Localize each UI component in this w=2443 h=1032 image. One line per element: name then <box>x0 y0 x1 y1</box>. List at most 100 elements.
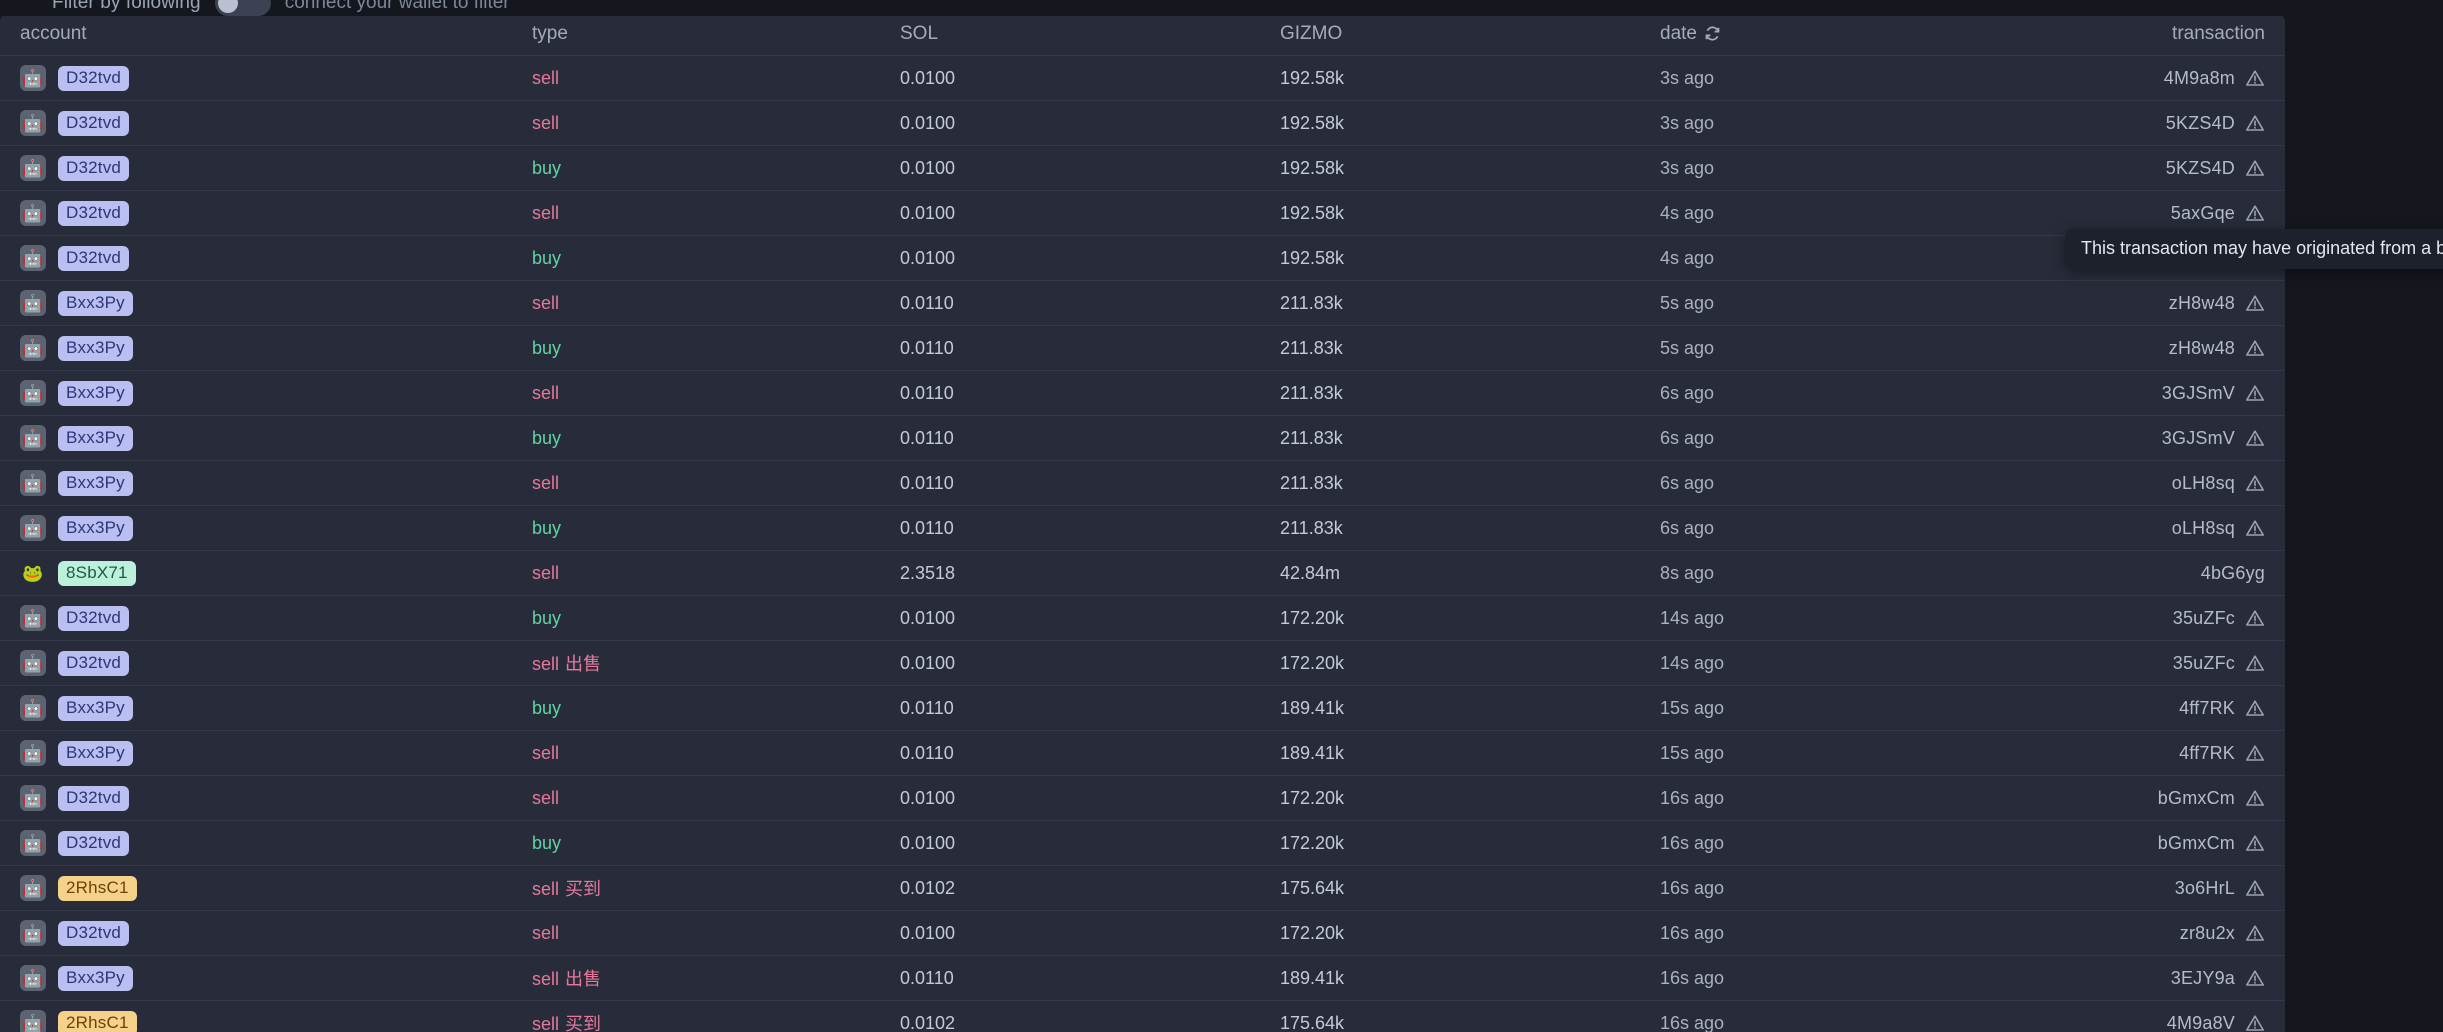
table-row[interactable]: 🤖 Bxx3Py sell 0.0110 211.83k 6s ago 3GJSmV <box>0 371 2285 416</box>
row-transaction-cell[interactable]: zH8w48 <box>2040 338 2285 359</box>
row-transaction-id[interactable]: bGmxCm <box>2158 788 2235 809</box>
column-header-sol[interactable]: SOL <box>900 23 1280 45</box>
table-row[interactable]: 🤖 Bxx3Py buy 0.0110 211.83k 6s ago oLH8sq <box>0 506 2285 551</box>
bot-warning-icon[interactable] <box>2245 473 2265 493</box>
row-transaction-id[interactable]: 5axGqe <box>2171 203 2235 224</box>
bot-warning-icon[interactable] <box>2245 968 2265 988</box>
row-transaction-cell[interactable]: oLH8sq <box>2040 473 2285 494</box>
table-row[interactable]: 🤖 Bxx3Py buy 0.0110 189.41k 15s ago 4ff7RK <box>0 686 2285 731</box>
row-account-badge[interactable]: D32tvd <box>58 245 130 271</box>
row-transaction-cell[interactable]: 4M9a8V <box>2040 1013 2285 1032</box>
bot-warning-icon[interactable] <box>2245 608 2265 628</box>
bot-warning-icon[interactable] <box>2245 788 2265 808</box>
row-transaction-cell[interactable]: 3GJSmV <box>2040 428 2285 449</box>
table-row[interactable]: 🤖 D32tvd buy 0.0100 172.20k 16s ago bGmxCm <box>0 821 2285 866</box>
row-account-cell[interactable]: 🤖 D32tvd <box>0 155 520 181</box>
refresh-icon[interactable] <box>1704 25 1721 42</box>
row-transaction-id[interactable]: 4M9a8V <box>2167 1013 2235 1032</box>
row-account-cell[interactable]: 🐸 8SbX71 <box>0 560 520 586</box>
bot-warning-icon[interactable] <box>2245 293 2265 313</box>
row-account-cell[interactable]: 🤖 Bxx3Py <box>0 515 520 541</box>
row-transaction-cell[interactable]: 35uZFc <box>2040 653 2285 674</box>
row-account-cell[interactable]: 🤖 Bxx3Py <box>0 965 520 991</box>
row-account-badge[interactable]: 2RhsC1 <box>58 875 137 901</box>
column-header-type[interactable]: type <box>520 23 900 45</box>
row-transaction-cell[interactable]: 3EJY9a <box>2040 968 2285 989</box>
table-row[interactable]: 🤖 D32tvd sell 出售 0.0100 172.20k 14s ago 35uZFc <box>0 641 2285 686</box>
row-transaction-cell[interactable]: 35uZFc <box>2040 608 2285 629</box>
table-row[interactable]: 🤖 D32tvd sell 0.0100 192.58k 3s ago 5KZS4D <box>0 101 2285 146</box>
row-account-badge[interactable]: Bxx3Py <box>58 740 133 766</box>
row-transaction-id[interactable]: 3GJSmV <box>2162 428 2235 449</box>
bot-warning-icon[interactable] <box>2245 428 2265 448</box>
row-transaction-cell[interactable]: oLH8sq <box>2040 518 2285 539</box>
row-account-cell[interactable]: 🤖 D32tvd <box>0 650 520 676</box>
table-row[interactable]: 🤖 Bxx3Py buy 0.0110 211.83k 5s ago zH8w48 <box>0 326 2285 371</box>
row-transaction-id[interactable]: 5KZS4D <box>2166 113 2235 134</box>
bot-warning-icon[interactable] <box>2245 1013 2265 1032</box>
row-transaction-cell[interactable]: bGmxCm <box>2040 788 2285 809</box>
row-transaction-id[interactable]: oLH8sq <box>2172 518 2235 539</box>
bot-warning-icon[interactable] <box>2245 203 2265 223</box>
row-account-badge[interactable]: Bxx3Py <box>58 515 133 541</box>
row-transaction-cell[interactable]: zH8w48 <box>2040 293 2285 314</box>
row-account-badge[interactable]: D32tvd <box>58 920 130 946</box>
row-account-cell[interactable]: 🤖 D32tvd <box>0 110 520 136</box>
bot-warning-icon[interactable] <box>2245 833 2265 853</box>
row-transaction-cell[interactable]: 5KZS4D <box>2040 113 2285 134</box>
row-transaction-id[interactable]: 5KZS4D <box>2166 158 2235 179</box>
row-transaction-id[interactable]: 3EJY9a <box>2171 968 2235 989</box>
row-account-badge[interactable]: Bxx3Py <box>58 470 133 496</box>
row-transaction-cell[interactable]: 5axGqe <box>2040 203 2285 224</box>
bot-warning-icon[interactable] <box>2245 518 2265 538</box>
row-transaction-id[interactable]: bGmxCm <box>2158 833 2235 854</box>
row-transaction-id[interactable]: 4ff7RK <box>2179 743 2235 764</box>
table-row[interactable]: 🤖D32tvdbuy0.0100192.58k4s ago5axGqe <box>0 236 2285 281</box>
column-header-date[interactable]: date <box>1660 23 2040 45</box>
bot-warning-icon[interactable] <box>2245 158 2265 178</box>
bot-warning-icon[interactable] <box>2245 923 2265 943</box>
row-transaction-id[interactable]: zH8w48 <box>2169 293 2235 314</box>
row-account-cell[interactable]: 🤖 Bxx3Py <box>0 380 520 406</box>
table-row[interactable]: 🤖 2RhsC1 sell 买到 0.0102 175.64k 16s ago 4M9a8V <box>0 1001 2285 1032</box>
row-transaction-cell[interactable]: 4M9a8m <box>2040 68 2285 89</box>
row-transaction-id[interactable]: 4ff7RK <box>2179 698 2235 719</box>
row-transaction-id[interactable]: 35uZFc <box>2173 653 2235 674</box>
bot-warning-icon[interactable] <box>2245 68 2265 88</box>
column-header-transaction[interactable]: transaction <box>2040 23 2285 45</box>
row-account-badge[interactable]: D32tvd <box>58 200 130 226</box>
row-account-badge[interactable]: D32tvd <box>58 830 130 856</box>
table-row[interactable]: 🤖 D32tvd buy 0.0100 192.58k 3s ago 5KZS4D <box>0 146 2285 191</box>
table-row[interactable]: 🤖 Bxx3Py sell 0.0110 189.41k 15s ago 4ff7RK <box>0 731 2285 776</box>
row-account-badge[interactable]: Bxx3Py <box>58 965 133 991</box>
table-row[interactable]: 🤖 D32tvd sell 0.0100 192.58k 3s ago 4M9a8m <box>0 56 2285 101</box>
row-account-badge[interactable]: D32tvd <box>58 605 130 631</box>
row-transaction-id[interactable]: oLH8sq <box>2172 473 2235 494</box>
row-account-badge[interactable]: D32tvd <box>58 650 130 676</box>
row-account-cell[interactable]: 🤖 D32tvd <box>0 605 520 631</box>
bot-warning-icon[interactable] <box>2245 383 2265 403</box>
row-account-cell[interactable]: 🤖 D32tvd <box>0 830 520 856</box>
row-transaction-id[interactable]: 4bG6yg <box>2201 563 2265 584</box>
table-row[interactable]: 🐸 8SbX71 sell 2.3518 42.84m 8s ago 4bG6yg <box>0 551 2285 596</box>
row-account-cell[interactable]: 🤖 Bxx3Py <box>0 335 520 361</box>
table-row[interactable]: 🤖 D32tvd sell 0.0100 172.20k 16s ago bGmxCm <box>0 776 2285 821</box>
row-transaction-cell[interactable]: 4bG6yg <box>2040 563 2285 584</box>
row-account-badge[interactable]: Bxx3Py <box>58 380 133 406</box>
row-account-cell[interactable]: 🤖 D32tvd <box>0 200 520 226</box>
row-account-badge[interactable]: D32tvd <box>58 785 130 811</box>
row-transaction-id[interactable]: 4M9a8m <box>2164 68 2235 89</box>
row-account-cell[interactable]: 🤖 Bxx3Py <box>0 740 520 766</box>
row-transaction-id[interactable]: zr8u2x <box>2180 923 2235 944</box>
bot-warning-icon[interactable] <box>2245 743 2265 763</box>
column-header-gizmo[interactable]: GIZMO <box>1280 23 1660 45</box>
bot-warning-icon[interactable] <box>2245 653 2265 673</box>
row-transaction-cell[interactable]: 5KZS4D <box>2040 158 2285 179</box>
row-account-cell[interactable]: 🤖 D32tvd <box>0 920 520 946</box>
bot-warning-icon[interactable] <box>2245 878 2265 898</box>
row-transaction-id[interactable]: 3o6HrL <box>2175 878 2235 899</box>
table-row[interactable]: 🤖 2RhsC1 sell 买到 0.0102 175.64k 16s ago 3o6HrL <box>0 866 2285 911</box>
bot-warning-icon[interactable] <box>2245 113 2265 133</box>
row-account-badge[interactable]: Bxx3Py <box>58 695 133 721</box>
row-transaction-id[interactable]: 35uZFc <box>2173 608 2235 629</box>
